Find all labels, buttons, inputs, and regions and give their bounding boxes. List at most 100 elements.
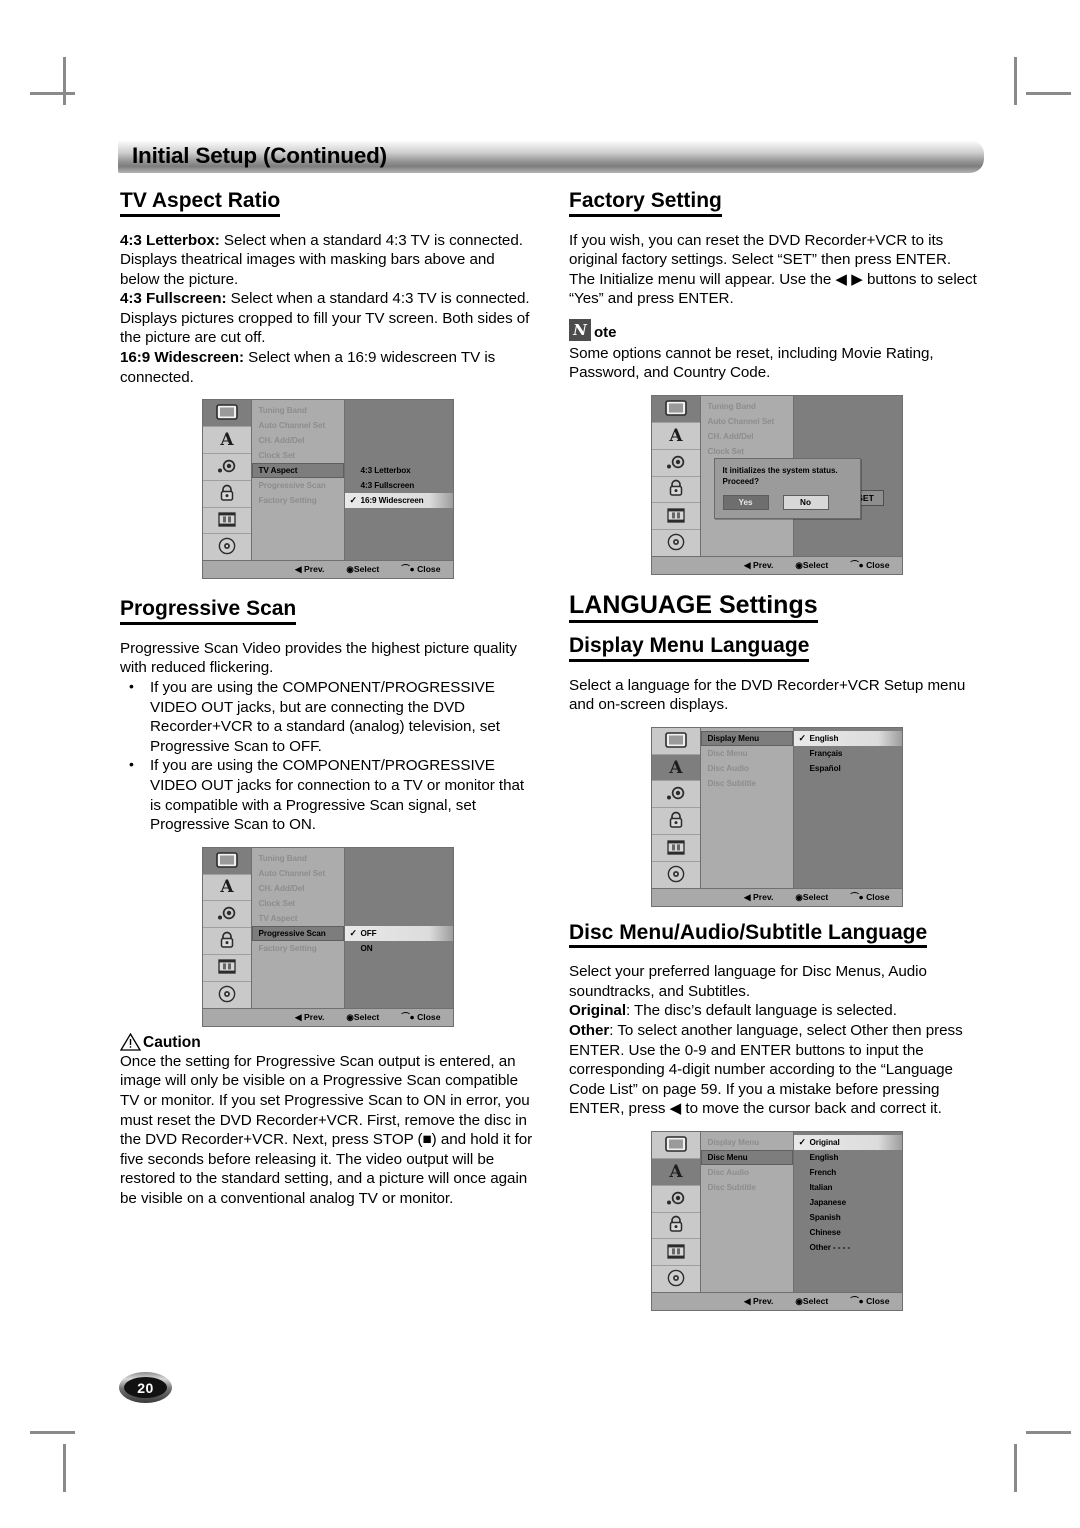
osd-menu-item[interactable]: CH. Add/Del	[252, 433, 344, 448]
osd-option[interactable]: ✓ English	[793, 730, 902, 746]
osd-option[interactable]: Japanese	[794, 1195, 902, 1210]
tv-aspect-label-3: 16:9 Widescreen:	[120, 349, 244, 367]
display-menu-osd-wrapper: A Display Menu Disc Menu Disc Audio Disc Su…	[569, 726, 984, 907]
osd-option[interactable]: 4:3 Fullscreen	[345, 478, 453, 493]
osd-menu-item[interactable]: Tuning Band	[252, 403, 344, 418]
osd-icon-recording[interactable]	[651, 835, 700, 862]
osd-icon-language[interactable]: A	[651, 423, 700, 450]
osd-icon-display[interactable]	[651, 396, 700, 423]
svg-text:A: A	[668, 1162, 683, 1180]
lock-icon	[218, 484, 236, 504]
yes-button[interactable]: Yes	[722, 495, 769, 511]
osd-menu-item[interactable]: Progressive Scan	[251, 925, 344, 941]
progressive-intro: Progressive Scan Video provides the high…	[120, 639, 517, 677]
osd-icon-language[interactable]: A	[202, 875, 251, 902]
osd-menu-item[interactable]: Display Menu	[701, 1135, 793, 1150]
osd-icon-lock[interactable]	[651, 1213, 700, 1240]
osd-menu-item[interactable]: Disc Subtitle	[701, 776, 793, 791]
osd-menu-item[interactable]: Disc Menu	[701, 746, 793, 761]
warning-triangle-icon	[120, 1032, 141, 1051]
svg-text:A: A	[668, 758, 683, 776]
osd-icon-audio[interactable]	[651, 1186, 700, 1213]
osd-icon-lock[interactable]	[651, 477, 700, 504]
osd-menu-item[interactable]: CH. Add/Del	[252, 881, 344, 896]
osd-menu-item[interactable]: Clock Set	[252, 896, 344, 911]
osd-option[interactable]: ✓ Original	[793, 1135, 902, 1151]
factory-heading-wrap: Factory Setting	[569, 189, 984, 226]
osd-option[interactable]: Other - - - -	[794, 1240, 902, 1255]
osd-body: A Display Menu Disc Menu Disc Audio Disc Su…	[651, 1132, 902, 1293]
recording-icon	[666, 839, 686, 858]
osd-menu-item[interactable]: Tuning Band	[701, 399, 793, 414]
osd-icon-display[interactable]	[202, 400, 251, 428]
osd-icon-audio[interactable]	[202, 454, 251, 481]
osd-option[interactable]: Spanish	[794, 1210, 902, 1225]
language-icon: A	[666, 426, 686, 446]
osd-icon-recording[interactable]	[651, 1239, 700, 1267]
osd-icon-display[interactable]	[651, 728, 700, 755]
osd-menu-item[interactable]: Auto Channel Set	[252, 418, 344, 433]
audio-icon	[665, 454, 687, 472]
osd-menu-item[interactable]: Tuning Band	[252, 851, 344, 866]
osd-icon-audio[interactable]	[651, 450, 700, 477]
osd-option[interactable]: English	[794, 1150, 902, 1165]
osd-option[interactable]: Italian	[794, 1180, 902, 1195]
osd-icon-display[interactable]	[202, 847, 251, 875]
osd-option-label: Italian	[809, 1183, 833, 1193]
page-number-oval: 20	[119, 1372, 172, 1403]
osd-option-label: French	[809, 1168, 837, 1178]
osd-icon-column: A	[202, 400, 252, 561]
osd-menu-item[interactable]: TV Aspect	[251, 463, 344, 479]
display-icon	[664, 1136, 687, 1154]
osd-icon-lock[interactable]	[202, 928, 251, 956]
osd-menu-item[interactable]: TV Aspect	[252, 911, 344, 926]
osd-menu-item[interactable]: Factory Setting	[252, 941, 344, 956]
osd-option[interactable]: 4:3 Letterbox	[345, 463, 453, 478]
osd-option[interactable]: French	[794, 1165, 902, 1180]
no-button[interactable]: No	[782, 495, 829, 511]
osd-icon-language[interactable]: A	[651, 754, 700, 782]
osd-menu-item[interactable]: Auto Channel Set	[252, 866, 344, 881]
osd-option[interactable]: ON	[345, 941, 453, 956]
osd-option[interactable]: ✓ 16:9 Widescreen	[344, 493, 453, 509]
osd-icon-recording[interactable]	[202, 955, 251, 982]
osd-icon-disc[interactable]	[203, 534, 251, 560]
osd-icon-column: A	[651, 396, 701, 557]
osd-menu-item[interactable]: Display Menu	[700, 730, 793, 746]
osd-icon-disc[interactable]	[652, 1266, 700, 1292]
osd-menu-item[interactable]: CH. Add/Del	[701, 429, 793, 444]
display-icon	[664, 731, 687, 750]
osd-close-hint: ⏜● Close	[401, 564, 441, 575]
osd-menu-item[interactable]: Clock Set	[252, 448, 344, 463]
osd-icon-audio[interactable]	[651, 781, 700, 809]
osd-icon-lock[interactable]	[202, 481, 251, 508]
osd-menu-item[interactable]: Progressive Scan	[252, 478, 344, 493]
osd-icon-disc[interactable]	[652, 530, 700, 556]
osd-icon-column: A	[651, 1132, 701, 1293]
osd-item-list: Tuning Band Auto Channel Set CH. Add/Del Cl…	[251, 400, 345, 561]
osd-icon-disc[interactable]	[652, 862, 700, 888]
osd-icon-recording[interactable]	[202, 508, 251, 535]
osd-item-list: Display Menu Disc Menu Disc Audio Disc Subt…	[700, 727, 794, 888]
osd-body: A Tuning Band Auto Channel Set CH. Add/Del…	[202, 847, 453, 1008]
osd-icon-language[interactable]: A	[651, 1158, 700, 1186]
osd-icon-display[interactable]	[651, 1132, 700, 1159]
osd-option-label: Original	[809, 1138, 840, 1148]
osd-option[interactable]: Español	[794, 761, 902, 776]
osd-icon-audio[interactable]	[202, 901, 251, 929]
osd-menu-item[interactable]: Disc Subtitle	[701, 1180, 793, 1195]
osd-menu-item[interactable]: Clock Set	[701, 444, 793, 459]
osd-icon-lock[interactable]	[651, 808, 700, 836]
osd-option[interactable]: Français	[794, 746, 902, 761]
osd-icon-recording[interactable]	[651, 503, 700, 531]
osd-option-spacer	[345, 881, 453, 896]
osd-menu-item[interactable]: Auto Channel Set	[701, 414, 793, 429]
osd-icon-disc[interactable]	[203, 982, 251, 1008]
osd-option[interactable]: Chinese	[794, 1225, 902, 1240]
osd-menu-item[interactable]: Factory Setting	[252, 493, 344, 508]
osd-icon-language[interactable]: A	[202, 427, 251, 454]
osd-menu-item[interactable]: Disc Audio	[701, 1165, 793, 1180]
osd-option[interactable]: ✓ OFF	[344, 925, 453, 941]
osd-menu-item[interactable]: Disc Menu	[700, 1150, 793, 1166]
osd-menu-item[interactable]: Disc Audio	[701, 761, 793, 776]
